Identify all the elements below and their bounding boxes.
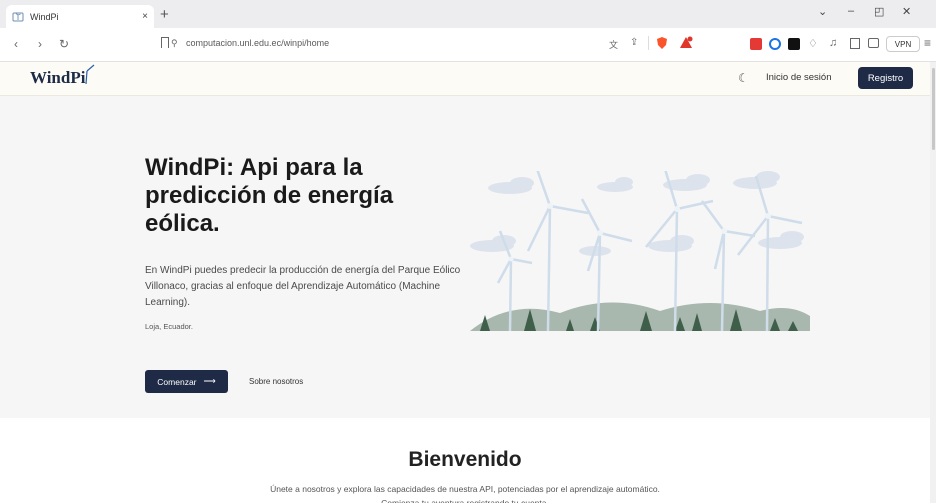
hero-location: Loja, Ecuador. — [145, 322, 193, 331]
new-tab-button[interactable]: + — [160, 6, 169, 23]
about-link[interactable]: Sobre nosotros — [249, 377, 303, 386]
back-icon[interactable]: ‹ — [14, 37, 18, 51]
tab-list-dropdown-icon[interactable]: ⌄ — [818, 5, 827, 18]
welcome-title: Bienvenido — [408, 448, 522, 471]
browser-tab-bar: WindPi × + ⌄ – ◰ ✕ — [0, 0, 936, 28]
bookmark-icon[interactable] — [161, 37, 169, 48]
tab-title: WindPi — [30, 11, 59, 22]
scrollbar-thumb[interactable] — [932, 68, 935, 150]
extension-black-icon[interactable] — [788, 38, 800, 50]
site-info-icon[interactable]: ⚲ — [171, 38, 178, 49]
forward-icon[interactable]: › — [38, 37, 42, 51]
browser-tab[interactable]: WindPi × — [6, 5, 154, 28]
reload-icon[interactable]: ↻ — [59, 37, 69, 51]
vpn-label: VPN — [894, 39, 912, 49]
media-icon[interactable]: ♫ — [829, 37, 837, 49]
theme-toggle-moon-icon[interactable]: ☾ — [738, 71, 749, 85]
toolbar-divider — [648, 36, 649, 50]
site-header: WindPi ☾ Inicio de sesión Registro — [0, 62, 930, 96]
logo-turbine-icon — [85, 64, 95, 84]
logo-text: WindPi — [30, 68, 86, 87]
start-button[interactable]: Comenzar ⟶ — [145, 370, 228, 393]
hero-description: En WindPi puedes predecir la producción … — [145, 265, 461, 308]
url-field[interactable]: computacion.unl.edu.ec/winpi/home — [186, 38, 329, 48]
login-link[interactable]: Inicio de sesión — [766, 72, 831, 83]
sidebar-icon[interactable] — [850, 38, 860, 49]
wind-turbines-illustration — [470, 171, 810, 331]
brave-rewards-icon[interactable] — [679, 36, 693, 54]
clouds-group — [470, 171, 804, 256]
arrow-right-icon: ⟶ — [203, 376, 216, 386]
register-button[interactable]: Registro — [858, 67, 913, 89]
extension-c-icon[interactable] — [769, 38, 781, 50]
close-window-icon[interactable]: ✕ — [902, 5, 911, 18]
start-button-label: Comenzar — [157, 376, 197, 387]
wallet-icon[interactable] — [868, 38, 879, 48]
hills — [470, 302, 810, 331]
extension-puzzle-icon[interactable]: ♢ — [808, 37, 818, 50]
extension-red-icon[interactable] — [750, 38, 762, 50]
restore-icon[interactable]: ◰ — [874, 5, 884, 18]
hero-section: WindPi: Api para la predicción de energí… — [0, 96, 930, 418]
menu-icon[interactable]: ≡ — [924, 36, 931, 50]
translate-icon[interactable]: 文 — [609, 38, 618, 51]
brave-shield-icon[interactable] — [656, 36, 668, 55]
minimize-icon[interactable]: – — [848, 5, 854, 17]
turbines-group — [496, 171, 803, 331]
vpn-button[interactable]: VPN — [886, 36, 920, 52]
browser-toolbar: ‹ › ↻ ⚲ computacion.unl.edu.ec/winpi/hom… — [0, 28, 936, 62]
welcome-text: Únete a nosotros y explora las capacidad… — [270, 484, 660, 503]
tab-close-icon[interactable]: × — [142, 11, 148, 22]
hero-title: WindPi: Api para la predicción de energí… — [145, 154, 394, 237]
windpi-logo[interactable]: WindPi — [30, 64, 95, 88]
share-icon[interactable]: ⇪ — [630, 37, 638, 48]
windpi-favicon-icon — [12, 11, 24, 23]
